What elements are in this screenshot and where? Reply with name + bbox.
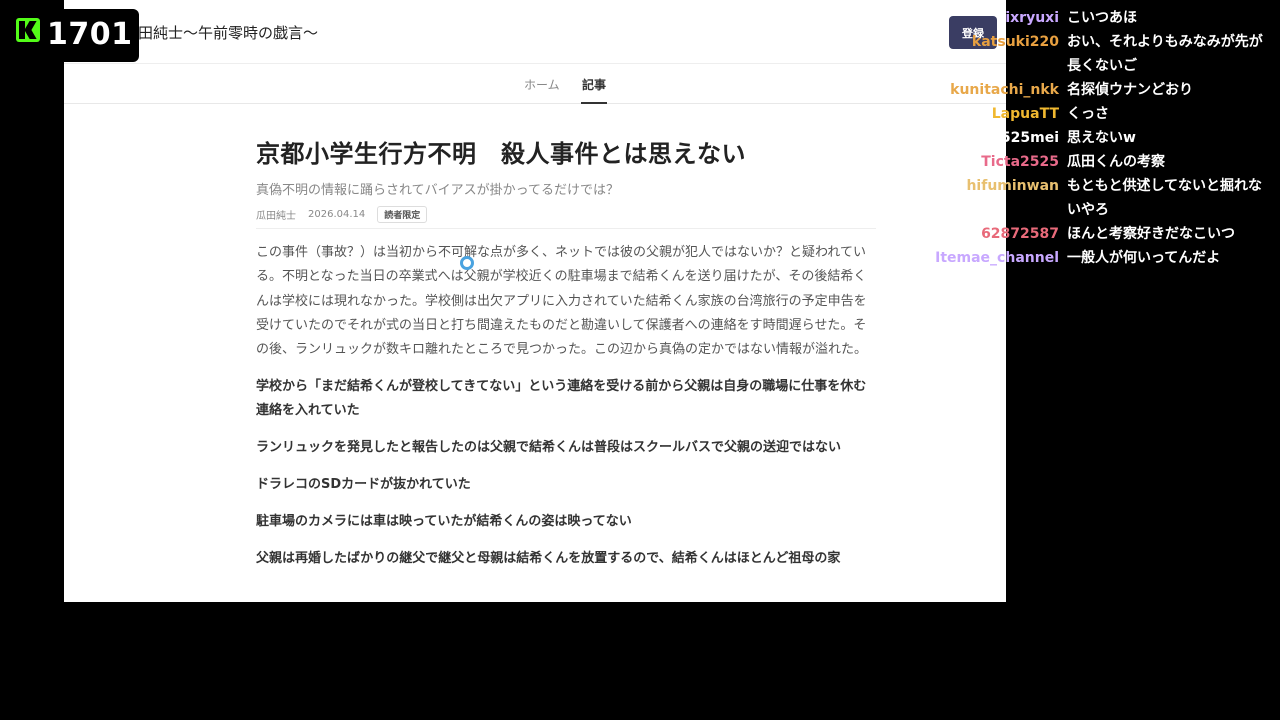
chat-text: おい、それよりもみなみが先が長くないご (1067, 34, 1263, 74)
chat-message: Ticta2525 瓜田くんの考察 (930, 150, 1280, 174)
chat-username[interactable]: LapuaTT (930, 102, 1067, 126)
mouse-cursor-indicator (460, 256, 474, 270)
chat-username[interactable]: 2525mei (930, 126, 1067, 150)
chat-text: くっさ (1067, 106, 1109, 122)
site-title[interactable]: 田純士～午前零時の戯言～ (138, 22, 318, 43)
viewer-count: 1701 (47, 17, 133, 52)
chat-text: こいつあほ (1067, 10, 1137, 26)
nav-bar: ホーム 記事 (64, 64, 1006, 104)
kick-logo-icon (16, 18, 40, 42)
article-subtitle: 真偽不明の情報に踊らされてバイアスが掛かってるだけでは？ (256, 183, 619, 198)
chat-message: hifuminwan もともと供述してないと掘れないやろ (930, 174, 1280, 222)
lead-paragraph: この事件（事故？）は当初から不可解な点が多く、ネットでは彼の父親が犯人ではないか… (256, 245, 868, 358)
chat-text: もともと供述してないと掘れないやろ (1067, 178, 1263, 218)
bold-point: 駐車場のカメラには車は映っていたが結希くんの姿は映ってない (256, 514, 632, 530)
bold-point: ドラレコのSDカードが抜かれていた (256, 477, 471, 493)
chat-message: katsuki220 おい、それよりもみなみが先が長くないご (930, 30, 1280, 78)
chat-username[interactable]: Itemae_channel (930, 246, 1067, 270)
tab-home[interactable]: ホーム (524, 76, 560, 104)
members-only-badge: 読者限定 (377, 206, 428, 223)
chat-message: LapuaTT くっさ (930, 102, 1280, 126)
chat-username[interactable]: 62872587 (930, 222, 1067, 246)
chat-text: ほんと考察好きだなこいつ (1067, 226, 1235, 242)
site-header: 田純士～午前零時の戯言～ 登録 (64, 0, 1006, 64)
article-body: この事件（事故？）は当初から不可解な点が多く、ネットでは彼の父親が犯人ではないか… (256, 241, 876, 571)
viewer-count-badge: 1701 (9, 9, 139, 62)
chat-username[interactable]: ixryuxi (930, 6, 1067, 30)
chat-username[interactable]: kunitachi_nkk (930, 78, 1067, 102)
bold-point: ランリュックを発見したと報告したのは父親で結希くんは普段はスクールバスで父親の送… (256, 440, 842, 456)
bold-point: 父親は再婚したばかりの継父で継父と母親は結希くんを放置するので、結希くんはほとん… (256, 551, 841, 567)
chat-username[interactable]: Ticta2525 (930, 150, 1067, 174)
article-meta: 瓜田純士 2026.04.14 読者限定 (256, 206, 428, 223)
chat-username[interactable]: hifuminwan (930, 174, 1067, 222)
chat-message: 2525mei 思えないw (930, 126, 1280, 150)
chat-message: Itemae_channel 一般人が何いってんだよ (930, 246, 1280, 270)
chat-text: 瓜田くんの考察 (1067, 154, 1165, 170)
chat-message: ixryuxi こいつあほ (930, 6, 1280, 30)
tab-articles[interactable]: 記事 (581, 76, 608, 104)
chat-text: 一般人が何いってんだよ (1067, 250, 1221, 266)
divider (256, 228, 876, 229)
bold-point: 学校から「まだ結希くんが登校してきてない」という連絡を受ける前から父親は自身の職… (256, 379, 867, 419)
browser-viewport: 田純士～午前零時の戯言～ 登録 ホーム 記事 京都小学生行方不明 殺人事件とは思… (64, 0, 1006, 602)
article-author[interactable]: 瓜田純士 (256, 207, 296, 222)
chat-username[interactable]: katsuki220 (930, 30, 1067, 78)
article-date: 2026.04.14 (308, 209, 366, 220)
chat-message: 62872587 ほんと考察好きだなこいつ (930, 222, 1280, 246)
chat-overlay: ixryuxi こいつあほ katsuki220 おい、それよりもみなみが先が長くない… (930, 6, 1280, 270)
chat-text: 思えないw (1067, 130, 1136, 146)
chat-message: kunitachi_nkk 名探偵ウナンどおり (930, 78, 1280, 102)
article-title: 京都小学生行方不明 殺人事件とは思えない (256, 140, 746, 168)
chat-text: 名探偵ウナンどおり (1067, 82, 1193, 98)
